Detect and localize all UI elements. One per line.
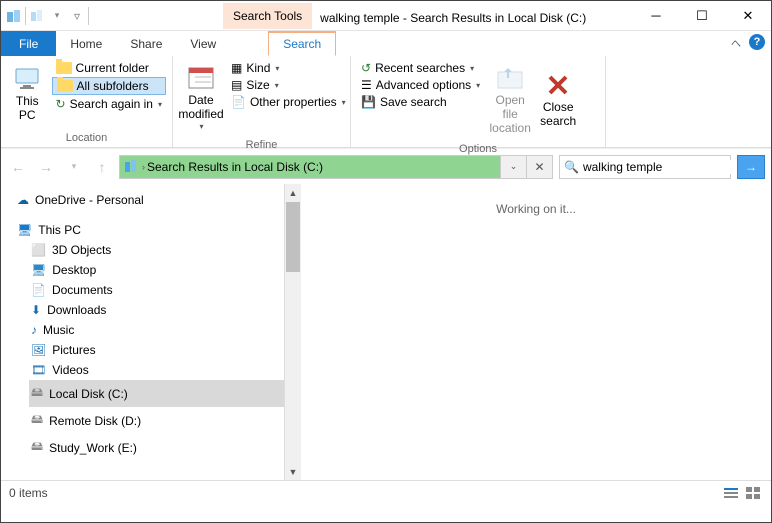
results-status-text: Working on it... <box>496 202 576 216</box>
cube-icon: ⬜ <box>31 243 46 257</box>
tree-downloads[interactable]: ⬇Downloads <box>29 300 284 320</box>
window-title: walking temple - Search Results in Local… <box>320 7 586 25</box>
tree-3d-objects[interactable]: ⬜3D Objects <box>29 240 284 260</box>
stop-refresh-button[interactable]: ✕ <box>526 156 552 178</box>
minimize-button[interactable]: ─ <box>633 1 679 31</box>
tree-videos[interactable]: 🎞Videos <box>29 360 284 380</box>
close-button[interactable]: ✕ <box>725 1 771 31</box>
view-details-button[interactable] <box>721 485 741 501</box>
tree-remote-disk-d[interactable]: 🖴Remote Disk (D:) <box>29 407 284 434</box>
recent-icon: ↺ <box>361 61 371 75</box>
videos-icon: 🎞 <box>31 363 46 377</box>
folder-icon <box>57 80 73 92</box>
navigation-tree[interactable]: ☁OneDrive - Personal 🖥This PC ⬜3D Object… <box>1 184 284 480</box>
minimize-ribbon-button[interactable]: へ <box>731 35 741 50</box>
music-icon: ♪ <box>31 323 37 337</box>
tree-desktop[interactable]: 🖥Desktop <box>29 260 284 280</box>
tree-onedrive[interactable]: ☁OneDrive - Personal <box>15 190 284 210</box>
search-again-in-button[interactable]: ↻Search again in▾ <box>52 96 166 112</box>
downloads-icon: ⬇ <box>31 303 41 317</box>
save-icon: 💾 <box>361 95 376 109</box>
quick-access-toolbar: ▾ ▿ <box>1 7 93 25</box>
size-icon: ▤ <box>231 78 242 92</box>
tab-home[interactable]: Home <box>56 31 116 56</box>
forward-button[interactable]: → <box>35 156 57 178</box>
kind-button[interactable]: ▦Kind▾ <box>227 60 350 76</box>
other-properties-button[interactable]: 📄Other properties▾ <box>227 94 350 110</box>
current-folder-button[interactable]: Current folder <box>52 60 166 76</box>
address-bar[interactable]: › Search Results in Local Disk (C:) ⌄ ✕ <box>119 155 553 179</box>
tree-study-work-e[interactable]: 🖴Study_Work (E:) <box>29 434 284 461</box>
tree-this-pc[interactable]: 🖥This PC <box>15 220 284 240</box>
search-icon: 🔍 <box>564 160 579 174</box>
location-icon <box>120 159 142 175</box>
chevron-down-icon: ▾ <box>158 100 162 109</box>
pc-icon: 🖥 <box>17 223 32 237</box>
recent-locations-button[interactable]: ▾ <box>63 156 85 178</box>
kind-icon: ▦ <box>231 61 242 75</box>
results-pane: Working on it... <box>301 184 771 480</box>
qat-item[interactable] <box>28 7 46 25</box>
documents-icon: 📄 <box>31 283 46 297</box>
search-input[interactable] <box>583 160 738 174</box>
view-large-icons-button[interactable] <box>743 485 763 501</box>
search-go-button[interactable]: → <box>737 155 765 179</box>
folder-icon <box>56 62 72 74</box>
save-search-button[interactable]: 💾Save search <box>357 94 484 110</box>
tab-share[interactable]: Share <box>116 31 176 56</box>
qat-overflow[interactable]: ▿ <box>68 7 86 25</box>
advanced-icon: ☰ <box>361 78 372 92</box>
tree-music[interactable]: ♪Music <box>29 320 284 340</box>
tab-view[interactable]: View <box>176 31 230 56</box>
tab-search[interactable]: Search <box>268 31 336 56</box>
tree-pictures[interactable]: 🖼Pictures <box>29 340 284 360</box>
props-icon: 📄 <box>231 95 246 109</box>
disk-icon: 🖴 <box>31 437 43 458</box>
group-label-location: Location <box>1 130 172 147</box>
scroll-thumb[interactable] <box>286 202 300 272</box>
group-label-refine: Refine <box>173 137 350 154</box>
qat-item[interactable]: ▾ <box>48 7 66 25</box>
disk-icon: 🖴 <box>31 410 43 431</box>
maximize-button[interactable]: ☐ <box>679 1 725 31</box>
advanced-options-button[interactable]: ☰Advanced options▾ <box>357 77 484 93</box>
close-search-button[interactable]: Close search <box>534 58 582 139</box>
tree-documents[interactable]: 📄Documents <box>29 280 284 300</box>
search-box[interactable]: 🔍 ✕ <box>559 155 731 179</box>
tree-scrollbar[interactable]: ▲ ▼ <box>284 184 301 480</box>
address-history-button[interactable]: ⌄ <box>500 156 526 178</box>
cloud-icon: ☁ <box>17 193 29 207</box>
status-item-count: 0 items <box>9 486 48 500</box>
up-button[interactable]: ↑ <box>91 156 113 178</box>
recent-searches-button[interactable]: ↺Recent searches▾ <box>357 60 484 76</box>
context-tab-search-tools: Search Tools <box>223 3 312 29</box>
help-button[interactable]: ? <box>749 34 765 50</box>
app-icon <box>5 7 23 25</box>
disk-icon: 🖴 <box>31 383 43 404</box>
this-pc-button[interactable]: This PC <box>5 58 50 128</box>
date-modified-button[interactable]: Date modified▾ <box>177 58 225 135</box>
tree-local-disk-c[interactable]: 🖴Local Disk (C:) <box>29 380 284 407</box>
pictures-icon: 🖼 <box>31 343 46 357</box>
desktop-icon: 🖥 <box>31 263 46 277</box>
all-subfolders-button[interactable]: All subfolders <box>52 77 166 95</box>
refresh-icon: ↻ <box>56 97 66 111</box>
tab-file[interactable]: File <box>1 31 56 56</box>
open-file-location-button[interactable]: Open file location <box>486 58 534 139</box>
scroll-up-button[interactable]: ▲ <box>285 184 301 201</box>
back-button[interactable]: ← <box>7 156 29 178</box>
size-button[interactable]: ▤Size▾ <box>227 77 350 93</box>
scroll-down-button[interactable]: ▼ <box>285 463 301 480</box>
